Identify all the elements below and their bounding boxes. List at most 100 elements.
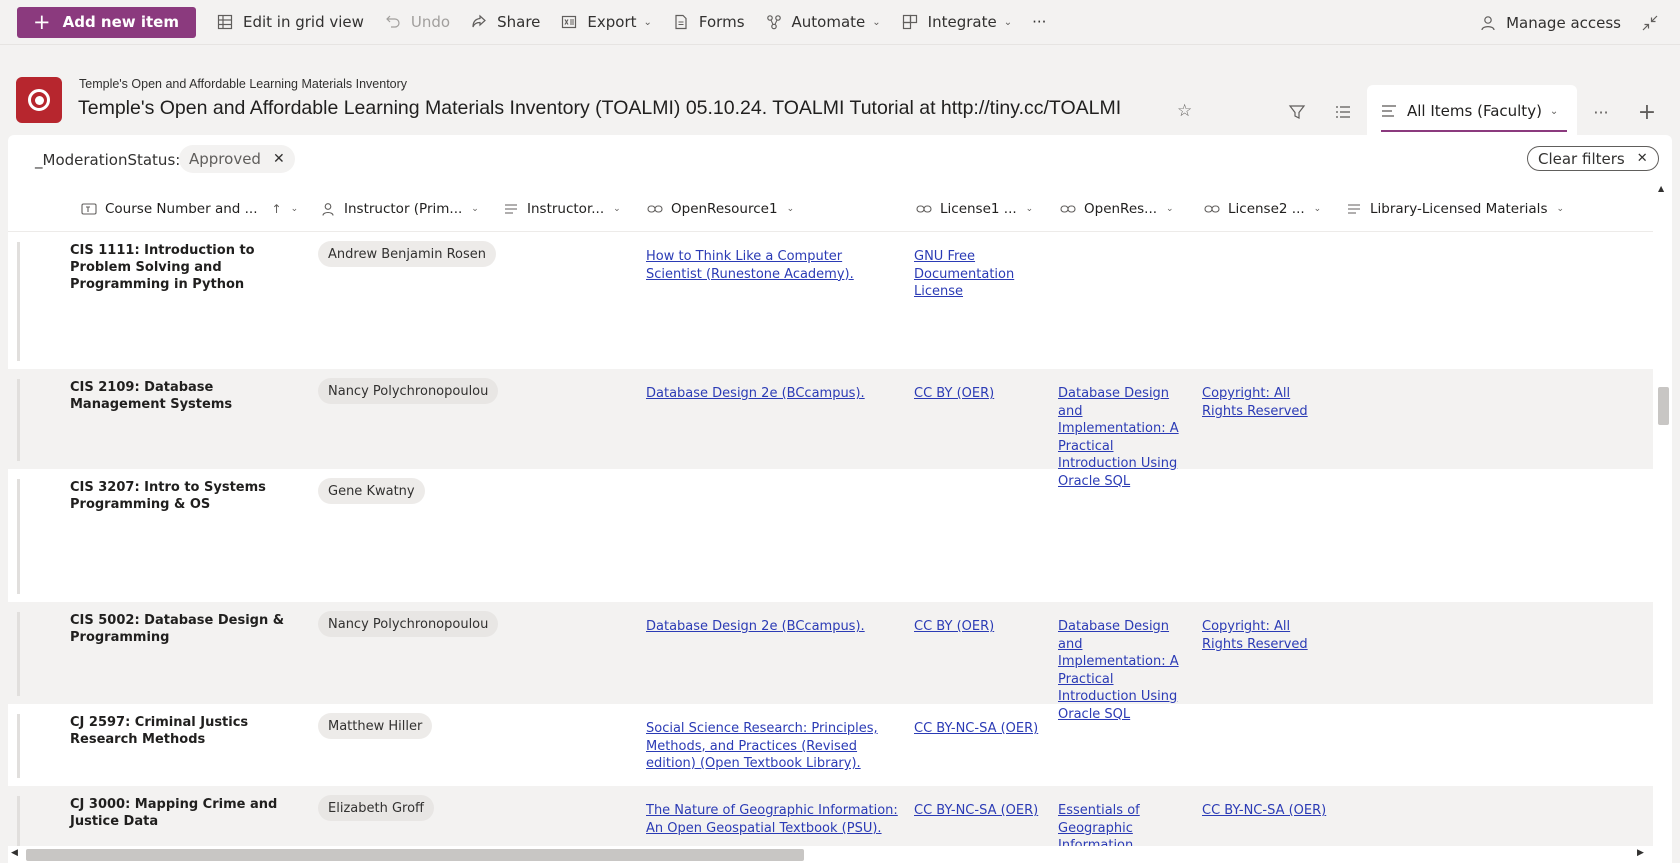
row-selector[interactable] <box>17 479 20 594</box>
text-field-icon <box>81 201 97 217</box>
course-cell[interactable]: CJ 2597: Criminal Justics Research Metho… <box>70 714 302 748</box>
instructor-persona[interactable]: Nancy Polychronopoulou <box>318 611 499 637</box>
edit-grid-view-button[interactable]: Edit in grid view <box>206 0 374 45</box>
site-name-link[interactable]: Temple's Open and Affordable Learning Ma… <box>79 77 407 91</box>
open-resource1-link[interactable]: Database Design 2e (BCcampus). <box>646 385 896 403</box>
view-selector[interactable]: All Items (Faculty) ⌄ <box>1367 85 1577 137</box>
open-resource1-link[interactable]: How to Think Like a Computer Scientist (… <box>646 248 896 283</box>
scroll-up-icon[interactable]: ▲ <box>1658 184 1664 193</box>
course-cell[interactable]: CIS 2109: Database Management Systems <box>70 379 302 413</box>
more-commands-button[interactable]: ··· <box>1022 0 1056 45</box>
active-view-indicator <box>1381 130 1567 132</box>
column-openresource2[interactable]: OpenRes... ⌄ <box>1060 185 1174 232</box>
row-selector[interactable] <box>17 379 20 461</box>
filter-chip[interactable]: Approved ✕ <box>179 145 295 173</box>
row-selector[interactable] <box>17 714 20 778</box>
open-resource1-link[interactable]: The Nature of Geographic Information: An… <box>646 802 901 837</box>
filter-icon[interactable] <box>1286 101 1308 123</box>
excel-icon <box>560 13 578 31</box>
license1-link[interactable]: CC BY (OER) <box>914 385 1034 403</box>
table-row[interactable]: CIS 5002: Database Design & Programming … <box>8 602 1653 722</box>
person-icon <box>320 201 336 217</box>
table-row[interactable]: CJ 2597: Criminal Justics Research Metho… <box>8 704 1653 786</box>
automate-button[interactable]: Automate ⌄ <box>755 0 891 45</box>
add-view-icon[interactable]: + <box>1636 100 1658 125</box>
share-label: Share <box>497 13 541 31</box>
license2-link[interactable]: Copyright: All Rights Reserved <box>1202 385 1332 420</box>
site-logo[interactable] <box>16 77 62 123</box>
license2-link[interactable]: Copyright: All Rights Reserved <box>1202 618 1332 653</box>
favorite-star-icon[interactable]: ☆ <box>1177 101 1192 121</box>
chevron-down-icon: ⌄ <box>471 203 479 214</box>
instructor-persona[interactable]: Nancy Polychronopoulou <box>318 378 499 404</box>
license1-link[interactable]: GNU Free Documentation License <box>914 248 1024 301</box>
course-cell[interactable]: CIS 1111: Introduction to Problem Solvin… <box>70 242 302 293</box>
course-cell[interactable]: CIS 5002: Database Design & Programming <box>70 612 302 646</box>
chevron-down-icon: ⌄ <box>786 203 795 214</box>
add-new-item-button[interactable]: + Add new item <box>17 6 196 38</box>
edit-grid-view-label: Edit in grid view <box>242 13 364 31</box>
list-view-card: _ModerationStatus: Approved ✕ Clear filt… <box>8 135 1672 863</box>
close-icon: ✕ <box>1636 151 1648 166</box>
column-instructor-primary[interactable]: Instructor (Prim... ⌄ <box>320 185 479 232</box>
list-header: Temple's Open and Affordable Learning Ma… <box>0 45 1680 137</box>
clear-filters-label: Clear filters <box>1538 149 1625 168</box>
column-course[interactable]: Course Number and ... ↑ ⌄ <box>81 185 298 232</box>
filter-bar: _ModerationStatus: Approved ✕ Clear filt… <box>8 135 1672 185</box>
horizontal-scrollbar[interactable]: ◀ ▶ <box>8 846 1672 863</box>
page-title: Temple's Open and Affordable Learning Ma… <box>78 97 1122 119</box>
close-icon[interactable]: ✕ <box>273 151 285 167</box>
manage-access-button[interactable]: Manage access <box>1469 0 1631 45</box>
undo-button[interactable]: Undo <box>374 0 460 45</box>
link-icon <box>1060 201 1076 217</box>
license1-link[interactable]: CC BY (OER) <box>914 618 1034 636</box>
clear-filters-button[interactable]: Clear filters ✕ <box>1527 146 1659 171</box>
instructor-persona[interactable]: Matthew Hiller <box>318 713 433 739</box>
plus-icon: + <box>33 9 51 34</box>
license2-link[interactable]: CC BY-NC-SA (OER) <box>1202 802 1332 820</box>
column-license2[interactable]: License2 ... ⌄ <box>1204 185 1321 232</box>
collapse-icon <box>1641 14 1659 32</box>
license1-link[interactable]: CC BY-NC-SA (OER) <box>914 720 1044 738</box>
undo-icon <box>384 13 402 31</box>
open-resource1-link[interactable]: Database Design 2e (BCcampus). <box>646 618 896 636</box>
person-icon <box>1479 14 1497 32</box>
table-row[interactable]: CIS 1111: Introduction to Problem Solvin… <box>8 232 1653 369</box>
vertical-scrollbar-thumb[interactable] <box>1658 387 1669 425</box>
scroll-right-icon[interactable]: ▶ <box>1637 848 1644 858</box>
instructor-persona[interactable]: Andrew Benjamin Rosen <box>318 241 496 267</box>
flow-icon <box>765 13 783 31</box>
open-resource1-link[interactable]: Social Science Research: Principles, Met… <box>646 720 896 773</box>
table-row[interactable]: CIS 2109: Database Management Systems Na… <box>8 369 1653 489</box>
course-cell[interactable]: CJ 3000: Mapping Crime and Justice Data <box>70 796 302 830</box>
list-options-icon[interactable] <box>1332 101 1354 123</box>
add-new-item-label: Add new item <box>62 13 179 31</box>
table-row[interactable]: CIS 3207: Intro to Systems Programming &… <box>8 469 1653 602</box>
instructor-persona[interactable]: Gene Kwatny <box>318 478 425 504</box>
manage-access-label: Manage access <box>1506 13 1621 32</box>
link-icon <box>647 201 663 217</box>
chevron-down-icon: ⌄ <box>290 203 299 214</box>
scroll-left-icon[interactable]: ◀ <box>11 848 18 858</box>
column-license1[interactable]: License1 ... ⌄ <box>916 185 1033 232</box>
export-button[interactable]: Export ⌄ <box>550 0 662 45</box>
collapse-button[interactable] <box>1631 0 1680 45</box>
column-library-licensed[interactable]: Library-Licensed Materials ⌄ <box>1346 185 1564 232</box>
column-openresource1[interactable]: OpenResource1 ⌄ <box>647 185 794 232</box>
course-cell[interactable]: CIS 3207: Intro to Systems Programming &… <box>70 479 302 513</box>
chevron-down-icon: ⌄ <box>1313 203 1322 214</box>
chevron-down-icon: ⌄ <box>1556 203 1565 214</box>
integrate-button[interactable]: Integrate ⌄ <box>891 0 1022 45</box>
share-button[interactable]: Share <box>460 0 550 45</box>
filter-chip-label: Approved <box>189 150 261 168</box>
forms-button[interactable]: Forms <box>662 0 755 45</box>
row-selector[interactable] <box>17 612 20 696</box>
undo-label: Undo <box>410 13 451 31</box>
row-selector[interactable] <box>17 242 20 361</box>
column-instructor[interactable]: Instructor... ⌄ <box>503 185 621 232</box>
more-icon[interactable]: ··· <box>1590 101 1612 123</box>
vertical-scrollbar[interactable]: ▲ ▼ <box>1653 180 1672 863</box>
license1-link[interactable]: CC BY-NC-SA (OER) <box>914 802 1044 820</box>
instructor-persona[interactable]: Elizabeth Groff <box>318 795 434 821</box>
horizontal-scrollbar-thumb[interactable] <box>26 849 804 861</box>
